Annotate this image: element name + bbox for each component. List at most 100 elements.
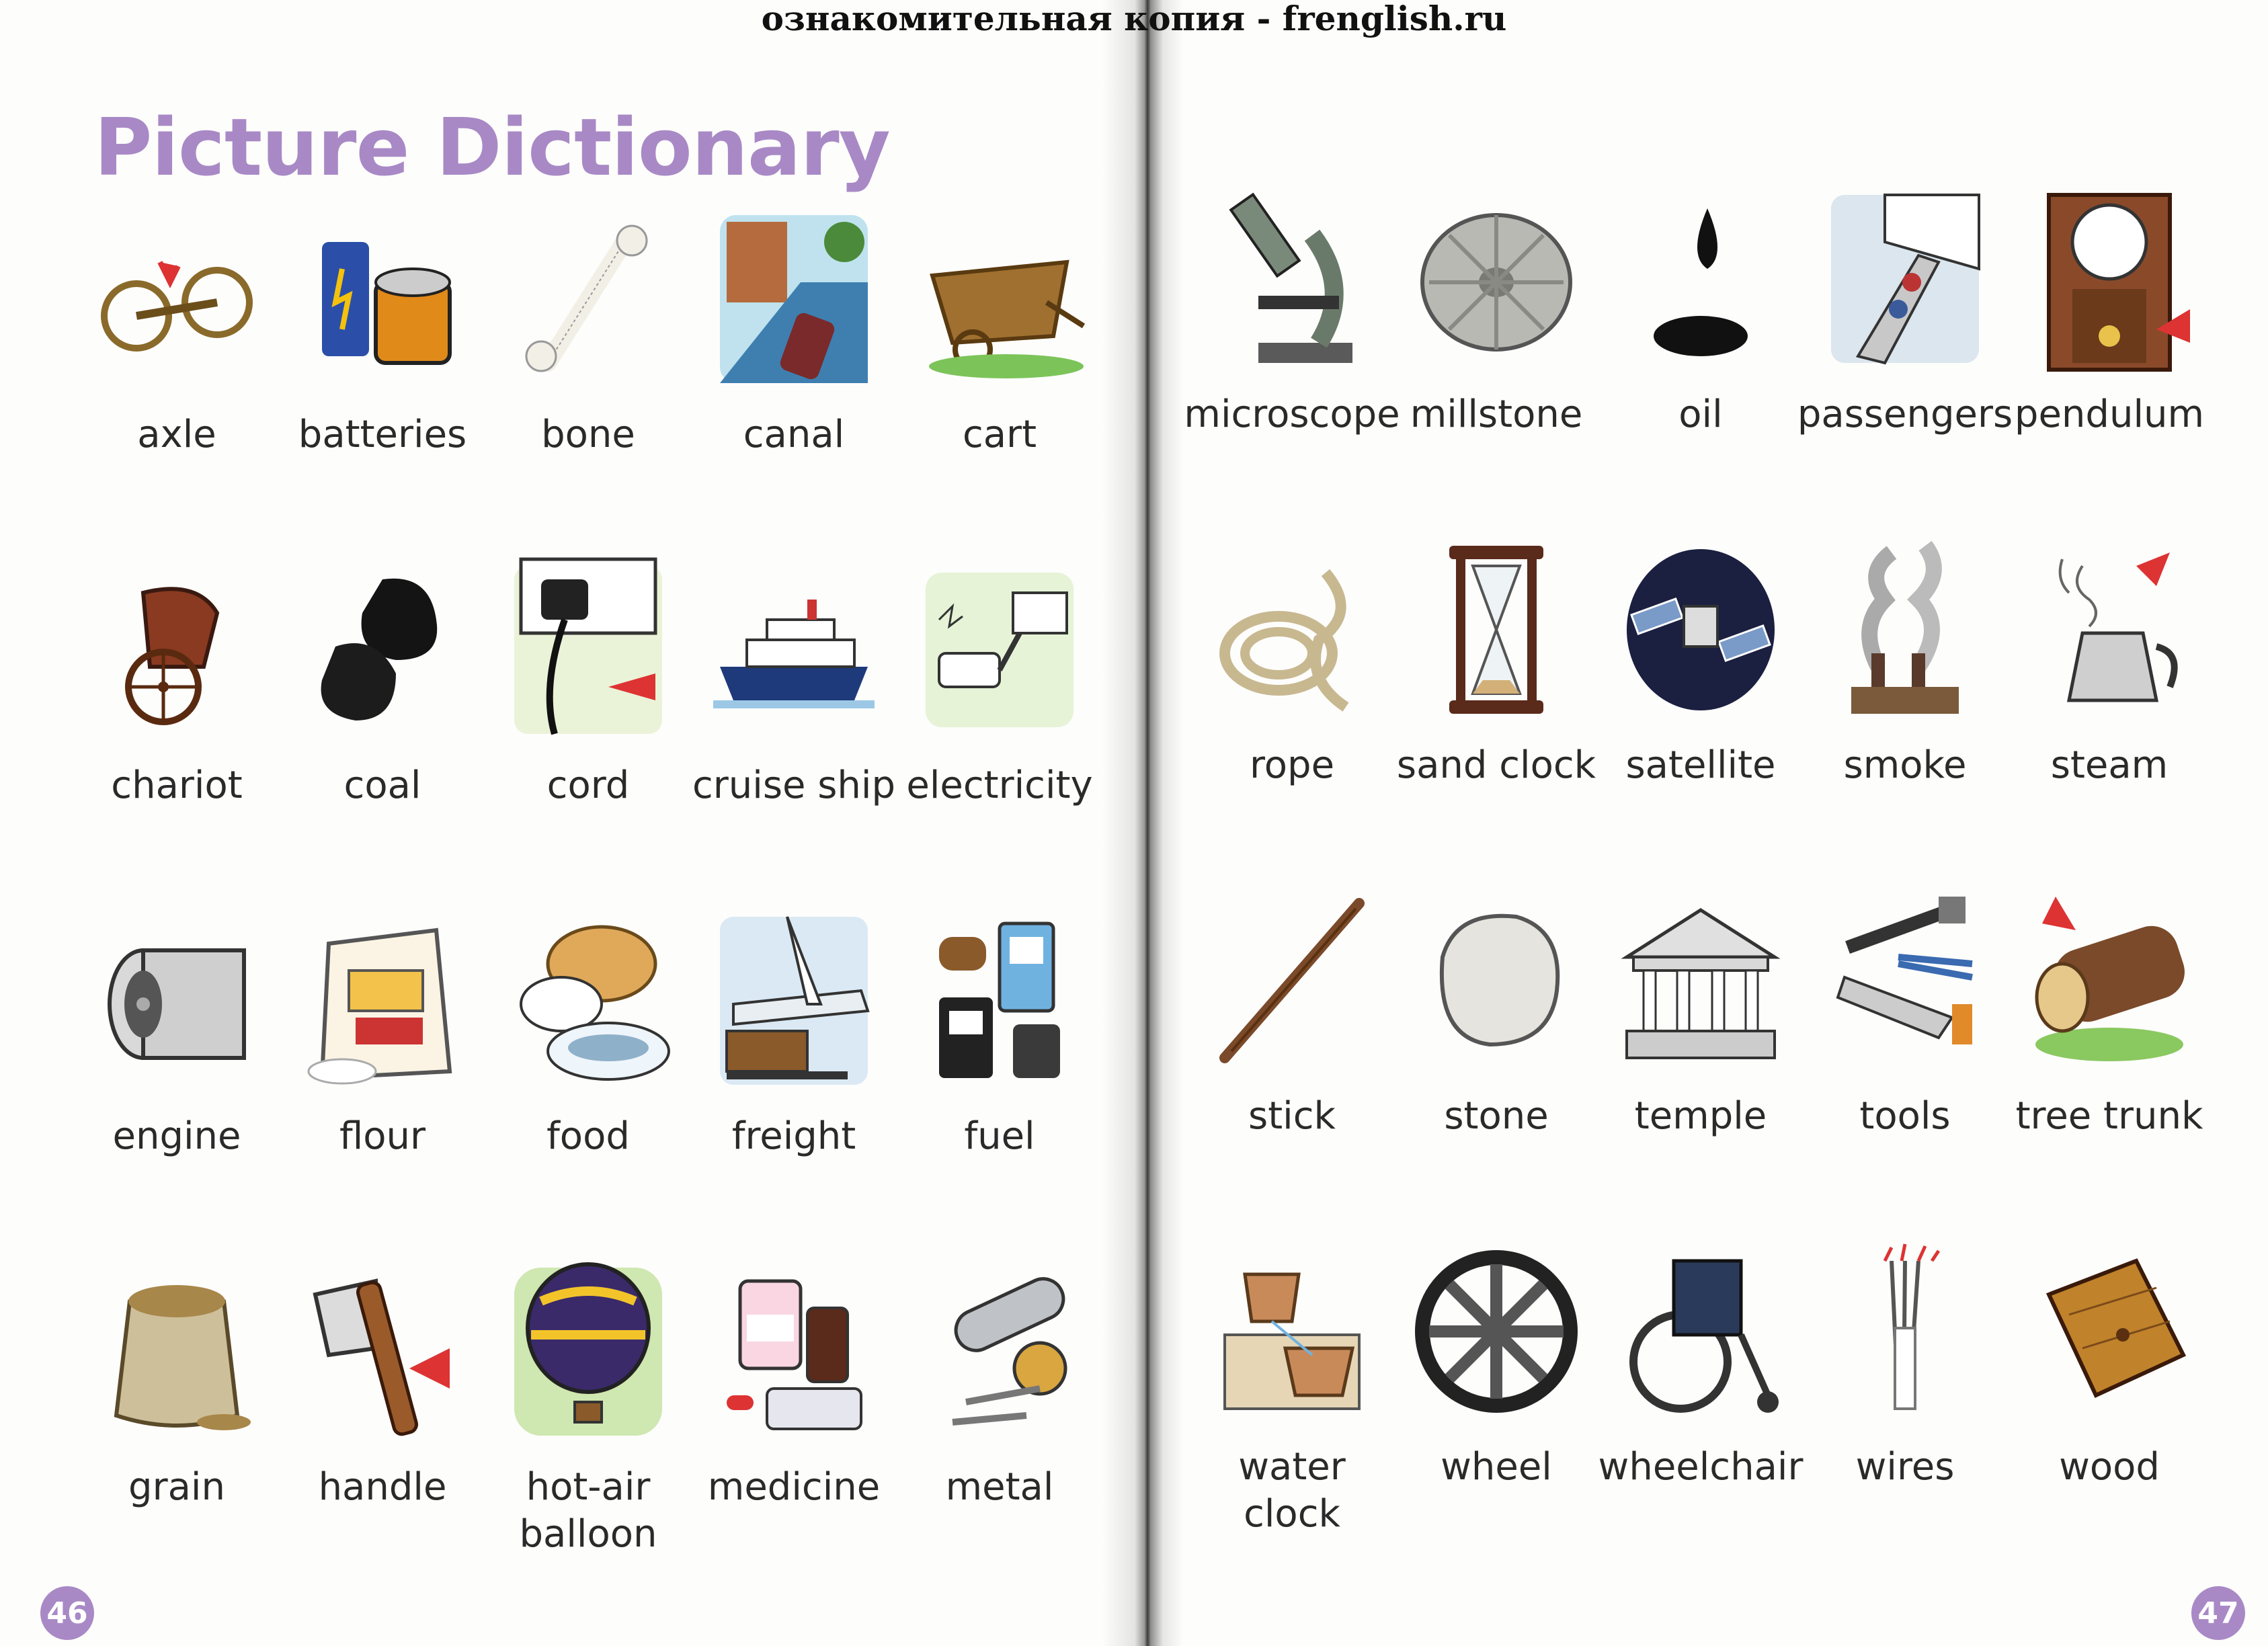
entry-word-tree-trunk: tree trunk [2015, 1094, 2203, 1138]
entry-word-canal: canal [743, 413, 845, 456]
dictionary-entry: millstone [1394, 181, 1598, 532]
dictionary-entry: passengers [1797, 181, 2013, 532]
oil-icon [1613, 181, 1788, 376]
dictionary-entry: wheel [1394, 1234, 1598, 1585]
entry-word-cruise-ship: cruise ship [692, 764, 896, 807]
microscope-icon [1205, 181, 1379, 376]
dictionary-entry: sand clock [1394, 532, 1598, 883]
grain-icon [89, 1254, 264, 1449]
dictionary-entry: pendulum [2007, 181, 2212, 532]
right-word-grid: microscope millstone oil passengers pendulum… [1184, 181, 2212, 1585]
temple-icon [1613, 883, 1788, 1078]
dictionary-entry: cruise ship [691, 552, 897, 903]
entry-word-stick: stick [1248, 1094, 1336, 1138]
dictionary-entry: stick [1190, 883, 1394, 1234]
tree-trunk-icon [2022, 883, 2197, 1078]
dictionary-entry: wheelchair [1598, 1234, 1803, 1585]
dictionary-entry: bone [485, 202, 691, 552]
entry-word-smoke: smoke [1843, 743, 1967, 787]
entry-word-oil: oil [1678, 393, 1723, 436]
entry-word-axle: axle [137, 413, 216, 456]
dictionary-entry: smoke [1803, 532, 2007, 883]
dictionary-entry: batteries [280, 202, 485, 552]
entry-word-wheelchair: wheelchair [1598, 1445, 1804, 1489]
entry-word-food: food [546, 1114, 630, 1158]
entry-word-chariot: chariot [111, 764, 243, 807]
sand-clock-icon [1409, 532, 1584, 727]
entry-word-pendulum: pendulum [2014, 393, 2205, 436]
flour-icon [295, 903, 470, 1098]
page-number-right: 47 [2191, 1586, 2245, 1640]
entry-word-microscope: microscope [1184, 393, 1400, 436]
satellite-icon [1613, 532, 1788, 727]
entry-word-fuel: fuel [964, 1114, 1035, 1158]
chariot-icon [89, 552, 264, 747]
water-clock-icon [1205, 1234, 1379, 1429]
entry-word-millstone: millstone [1410, 393, 1583, 436]
entry-word-hot-air-balloon: hot-air balloon [519, 1465, 657, 1556]
dictionary-entry: wires [1803, 1234, 2007, 1585]
dictionary-entry: cart [897, 202, 1102, 552]
cord-icon [501, 552, 676, 747]
entry-word-sand-clock: sand clock [1396, 743, 1596, 787]
metal-icon [912, 1254, 1087, 1449]
entry-word-satellite: satellite [1625, 743, 1776, 787]
dictionary-entry: flour [280, 903, 485, 1254]
pendulum-icon [2022, 181, 2197, 376]
dictionary-entry: handle [280, 1254, 485, 1605]
dictionary-entry: water clock [1190, 1234, 1394, 1585]
watermark: ознакомительная копия - frenglish.ru [761, 0, 1507, 38]
entry-word-temple: temple [1634, 1094, 1767, 1138]
wires-icon [1818, 1234, 1992, 1429]
dictionary-entry: fuel [897, 903, 1102, 1254]
stick-icon [1205, 883, 1379, 1078]
cruise-ship-icon [706, 552, 881, 747]
entry-word-coal: coal [343, 764, 421, 807]
page-title: Picture Dictionary [94, 101, 891, 194]
entry-word-wheel: wheel [1441, 1445, 1552, 1489]
steam-icon [2022, 532, 2197, 727]
entry-word-stone: stone [1444, 1094, 1549, 1138]
entry-word-steam: steam [2050, 743, 2169, 787]
entry-word-rope: rope [1249, 743, 1335, 787]
dictionary-entry: satellite [1598, 532, 1803, 883]
book-gutter [1102, 0, 1183, 1646]
dictionary-entry: cord [485, 552, 691, 903]
hot-air-balloon-icon [501, 1254, 676, 1449]
fuel-icon [912, 903, 1087, 1098]
dictionary-entry: electricity [897, 552, 1102, 903]
dictionary-entry: oil [1598, 181, 1803, 532]
entry-word-water-clock: water clock [1238, 1445, 1346, 1536]
dictionary-entry: microscope [1184, 181, 1400, 532]
cart-icon [912, 202, 1087, 397]
dictionary-entry: wood [2007, 1234, 2212, 1585]
canal-icon [706, 202, 881, 397]
dictionary-entry: canal [691, 202, 897, 552]
bone-icon [501, 202, 676, 397]
entry-word-freight: freight [731, 1114, 856, 1158]
entry-word-cord: cord [546, 764, 630, 807]
axle-icon [89, 202, 264, 397]
page-number-left: 46 [40, 1586, 94, 1640]
dictionary-entry: coal [280, 552, 485, 903]
entry-word-medicine: medicine [707, 1465, 881, 1509]
wheel-icon [1409, 1234, 1584, 1429]
stone-icon [1409, 883, 1584, 1078]
smoke-icon [1818, 532, 1992, 727]
dictionary-entry: steam [2007, 532, 2212, 883]
entry-word-tools: tools [1859, 1094, 1951, 1138]
dictionary-entry: chariot [74, 552, 280, 903]
millstone-icon [1409, 181, 1584, 376]
dictionary-entry: tree trunk [2007, 883, 2212, 1234]
dictionary-entry: grain [74, 1254, 280, 1605]
coal-icon [295, 552, 470, 747]
entry-word-metal: metal [945, 1465, 1054, 1509]
engine-icon [89, 903, 264, 1098]
entry-word-handle: handle [318, 1465, 447, 1509]
dictionary-entry: hot-air balloon [485, 1254, 691, 1605]
dictionary-entry: stone [1394, 883, 1598, 1234]
entry-word-electricity: electricity [906, 764, 1093, 807]
wood-icon [2022, 1234, 2197, 1429]
left-word-grid: axle batteries bone canal cart chariot coal cor… [74, 202, 1102, 1605]
dictionary-entry: medicine [691, 1254, 897, 1605]
